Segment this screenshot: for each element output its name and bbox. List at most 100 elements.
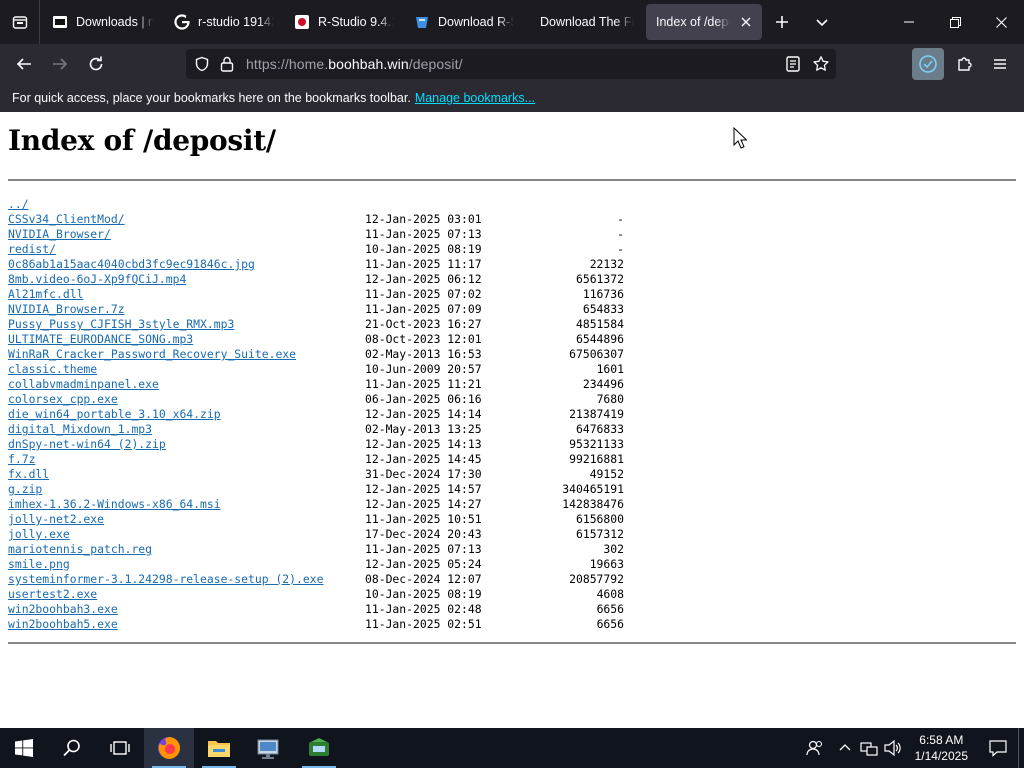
file-link[interactable]: die_win64_portable_3.10_x64.zip [8, 407, 221, 421]
windows-taskbar: 6:58 AM 1/14/2025 [0, 728, 1024, 768]
close-tab-icon[interactable] [738, 14, 754, 30]
taskbar-installer[interactable] [294, 728, 344, 768]
file-link[interactable]: classic.theme [8, 362, 97, 376]
file-size: 6561372 [575, 272, 624, 286]
reader-view-icon[interactable] [786, 56, 800, 72]
file-link[interactable]: mariotennis_patch.reg [8, 542, 152, 556]
file-link[interactable]: win2boohbah3.exe [8, 602, 118, 616]
top-divider [8, 179, 1016, 181]
file-size: 6476833 [575, 422, 624, 436]
file-link[interactable]: ../ [8, 197, 29, 211]
file-link[interactable]: 8mb.video-6oJ-Xp9fQCiJ.mp4 [8, 272, 186, 286]
file-date: 12-Jan-2025 14:27 [365, 497, 482, 511]
close-window-button[interactable] [978, 0, 1024, 44]
show-desktop-button[interactable] [1018, 728, 1024, 768]
file-link[interactable]: jolly.exe [8, 527, 70, 541]
file-link[interactable]: CSSv34_ClientMod/ [8, 212, 125, 226]
show-hidden-icons-button[interactable] [833, 728, 857, 768]
file-link[interactable]: jolly-net2.exe [8, 512, 104, 526]
taskbar-firefox[interactable] [144, 728, 194, 768]
restore-button[interactable] [932, 0, 978, 44]
tab-google-search[interactable]: r-studio 19142 [166, 4, 282, 40]
search-button[interactable] [48, 728, 96, 768]
listing-row: 0c86ab1a15aac4040cbd3fc9ec91846c.jpg 11-J… [8, 257, 624, 272]
file-link[interactable]: dnSpy-net-win64 (2).zip [8, 437, 166, 451]
tab-download-file[interactable]: Download The File [526, 4, 642, 40]
reload-icon [89, 56, 103, 71]
file-date: 02-May-2013 13:25 [365, 422, 482, 436]
file-link[interactable]: imhex-1.36.2-Windows-x86_64.msi [8, 497, 221, 511]
file-link[interactable]: systeminformer-3.1.24298-release-setup (… [8, 572, 323, 586]
volume-button[interactable] [881, 728, 905, 768]
listing-row: dnSpy-net-win64 (2).zip 12-Jan-2025 14:13… [8, 437, 624, 452]
file-link[interactable]: NVIDIA_Browser/ [8, 227, 111, 241]
reload-button[interactable] [78, 48, 114, 80]
start-button[interactable] [0, 728, 48, 768]
file-date: 11-Jan-2025 07:13 [365, 542, 482, 556]
back-button[interactable] [6, 48, 42, 80]
file-link[interactable]: ULTIMATE_EURODANCE_SONG.mp3 [8, 332, 193, 346]
file-link[interactable]: NVIDIA_Browser.7z [8, 302, 125, 316]
file-link[interactable]: Pussy_Pussy_CJFISH_3style_RMX.mp3 [8, 317, 234, 331]
file-date: 11-Jan-2025 07:09 [365, 302, 482, 316]
extensions-button[interactable] [952, 52, 976, 76]
address-bar[interactable]: https://home.boohbah.win/deposit/ [186, 49, 836, 79]
control-panel-icon [257, 739, 279, 759]
file-date: 10-Jan-2025 08:19 [365, 587, 482, 601]
file-date: 11-Jan-2025 02:51 [365, 617, 482, 631]
listing-row: redist/10-Jan-2025 08:19 - [8, 242, 624, 257]
firefox-view-button[interactable] [0, 0, 40, 44]
file-link[interactable]: fx.dll [8, 467, 49, 481]
list-all-tabs-button[interactable] [802, 4, 842, 40]
listing-row: systeminformer-3.1.24298-release-setup (… [8, 572, 624, 587]
file-link[interactable]: WinRaR_Cracker_Password_Recovery_Suite.e… [8, 347, 296, 361]
download-page-icon [414, 14, 430, 30]
listing-row: ULTIMATE_EURODANCE_SONG.mp3 08-Oct-2023 1… [8, 332, 624, 347]
tab-download-rs[interactable]: Download R-S [406, 4, 522, 40]
file-link[interactable]: collabvmadminpanel.exe [8, 377, 159, 391]
listing-row: ../ [8, 197, 323, 212]
restore-icon [949, 16, 961, 28]
tab-strip: Downloads | n r-studio 19142 R-Studio 9.… [0, 0, 1024, 44]
lock-icon[interactable] [220, 56, 234, 72]
people-button[interactable] [797, 728, 833, 768]
tab-index-deposit[interactable]: Index of /depos [646, 4, 762, 40]
clock-time: 6:58 AM [919, 733, 964, 747]
action-center-button[interactable] [978, 728, 1018, 768]
file-link[interactable]: colorsex_cpp.exe [8, 392, 118, 406]
clock[interactable]: 6:58 AM 1/14/2025 [905, 732, 978, 764]
network-button[interactable] [857, 728, 881, 768]
taskbar-file-explorer[interactable] [194, 728, 244, 768]
listing-row: g.zip 12-Jan-2025 14:57 340465191 [8, 482, 624, 497]
file-link[interactable]: smile.png [8, 557, 70, 571]
forward-button[interactable] [42, 48, 78, 80]
file-link[interactable]: win2boohbah5.exe [8, 617, 118, 631]
file-size: 22132 [589, 257, 624, 271]
file-link[interactable]: f.7z [8, 452, 35, 466]
manage-bookmarks-link[interactable]: Manage bookmarks... [415, 91, 535, 105]
bookmark-star-icon[interactable] [812, 55, 830, 73]
navigation-toolbar: https://home.boohbah.win/deposit/ [0, 44, 1024, 84]
new-tab-button[interactable] [762, 4, 802, 40]
file-link[interactable]: 0c86ab1a15aac4040cbd3fc9ec91846c.jpg [8, 257, 255, 271]
file-date: 11-Jan-2025 02:48 [365, 602, 482, 616]
file-link[interactable]: redist/ [8, 242, 56, 256]
tab-rstudio[interactable]: R-Studio 9.4.1 [286, 4, 402, 40]
app-menu-button[interactable] [988, 52, 1012, 76]
taskbar-control-panel[interactable] [244, 728, 294, 768]
listing-row: NVIDIA_Browser.7z 11-Jan-2025 07:09 654833 [8, 302, 624, 317]
file-link[interactable]: digital_Mixdown_1.mp3 [8, 422, 152, 436]
file-link[interactable]: usertest2.exe [8, 587, 97, 601]
minimize-button[interactable] [886, 0, 932, 44]
tab-label: r-studio 19142 [198, 15, 274, 29]
tab-downloads[interactable]: Downloads | n [44, 4, 162, 40]
tab-label: Downloads | n [76, 15, 154, 29]
file-link[interactable]: g.zip [8, 482, 42, 496]
listing-row: fx.dll 31-Dec-2024 17:30 49152 [8, 467, 624, 482]
url-text[interactable]: https://home.boohbah.win/deposit/ [246, 56, 463, 72]
file-date: 11-Jan-2025 11:21 [365, 377, 482, 391]
file-link[interactable]: Al21mfc.dll [8, 287, 83, 301]
task-view-button[interactable] [96, 728, 144, 768]
tracking-protection-shield-icon[interactable] [194, 56, 210, 72]
extension-button[interactable] [912, 48, 944, 80]
